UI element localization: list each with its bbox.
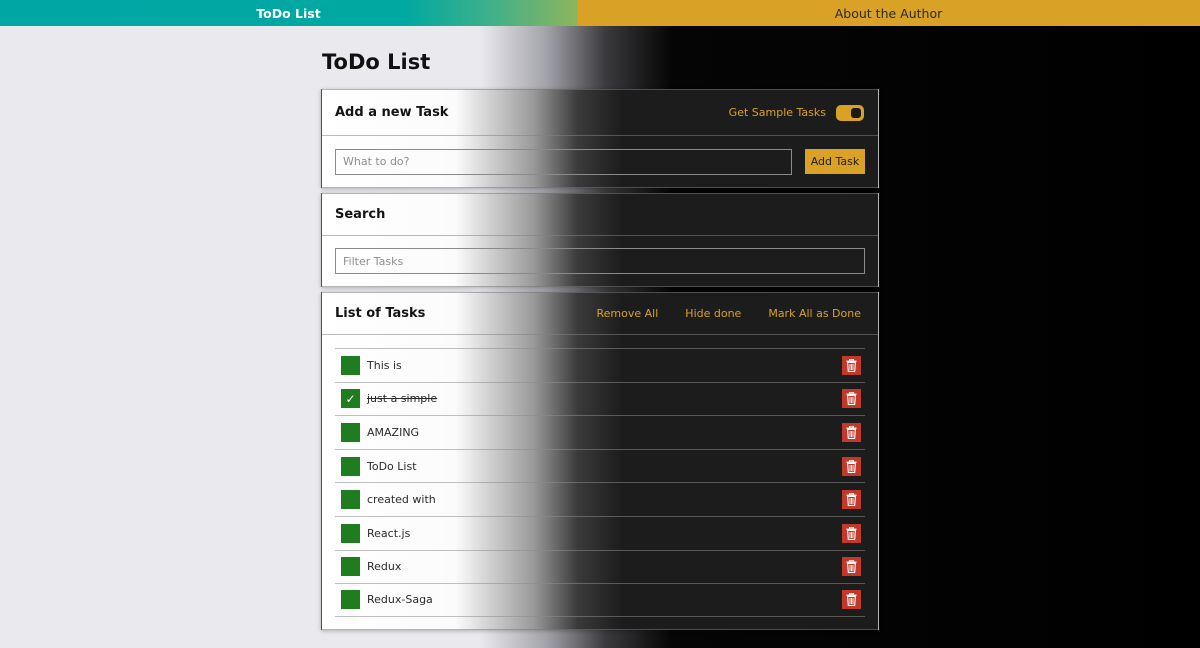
trash-icon [846,526,857,540]
task-label: created with [367,493,436,507]
trash-icon [846,493,857,507]
delete-task-button[interactable] [842,557,861,577]
task-label: Redux-Saga [367,593,433,607]
task-label: ToDo List [367,459,417,473]
nav-tab-todo-list[interactable]: ToDo List [0,0,577,26]
mark-all-done-button[interactable]: Mark All as Done [768,307,861,320]
search-header: Search [322,194,878,236]
add-task-title: Add a new Task [335,105,449,120]
task-checkbox[interactable]: ✓ [341,389,360,409]
task-label: Redux [367,560,402,574]
add-task-body: Add Task [322,136,878,187]
add-task-button[interactable]: Add Task [805,149,865,174]
nav-tab-about-author[interactable]: About the Author [577,0,1200,26]
remove-all-button[interactable]: Remove All [597,307,659,320]
toggle-knob [851,107,861,118]
trash-icon [846,392,857,406]
task-label: AMAZING [367,425,420,439]
search-title: Search [335,207,386,222]
sample-tasks-label: Get Sample Tasks [728,106,826,119]
task-row: ToDo List [335,448,865,483]
task-checkbox[interactable] [341,422,360,442]
delete-task-button[interactable] [842,590,861,610]
task-row: React.js [335,515,865,550]
task-list-title: List of Tasks [335,306,426,321]
filter-tasks-input[interactable] [335,248,865,274]
trash-icon [846,425,857,439]
sample-tasks-control: Get Sample Tasks [728,104,865,121]
task-list-card: List of Tasks Remove All Hide done Mark … [321,292,879,630]
add-task-card: Add a new Task Get Sample Tasks Add Task [321,89,879,188]
hide-done-button[interactable]: Hide done [685,307,741,320]
task-checkbox[interactable] [341,590,360,610]
task-checkbox[interactable] [341,523,360,543]
trash-icon [846,560,857,574]
search-card: Search [321,193,879,287]
task-row: AMAZING [335,415,865,449]
task-checkbox[interactable] [341,456,360,476]
sample-tasks-toggle[interactable] [836,104,864,121]
add-task-header: Add a new Task Get Sample Tasks [322,90,878,136]
task-row: created with [335,482,865,516]
task-row: Redux [335,549,865,584]
delete-task-button[interactable] [842,490,861,510]
task-list-actions: Remove All Hide done Mark All as Done [597,307,865,320]
search-body [322,236,878,286]
task-checkbox[interactable] [341,557,360,577]
delete-task-button[interactable] [842,355,861,375]
task-label: React.js [367,526,411,540]
delete-task-button[interactable] [842,456,861,476]
task-list: This is ✓ just a simple AMAZING ToDo List cre… [322,335,878,628]
task-label: just a simple [367,392,438,406]
trash-icon [846,593,857,607]
new-task-input[interactable] [335,148,792,175]
task-label: This is [367,358,402,372]
delete-task-button[interactable] [842,523,861,543]
task-row: This is [335,348,865,382]
task-row: ✓ just a simple [335,381,865,416]
trash-icon [846,459,857,473]
delete-task-button[interactable] [842,422,861,442]
task-list-header: List of Tasks Remove All Hide done Mark … [322,293,878,335]
task-checkbox[interactable] [341,490,360,510]
trash-icon [846,358,857,372]
task-checkbox[interactable] [341,355,360,375]
page-title: ToDo List [322,50,431,74]
task-row: Redux-Saga [335,583,865,617]
delete-task-button[interactable] [842,389,861,409]
top-navigation: ToDo List About the Author [0,0,1200,26]
checkmark-icon: ✓ [345,391,356,406]
